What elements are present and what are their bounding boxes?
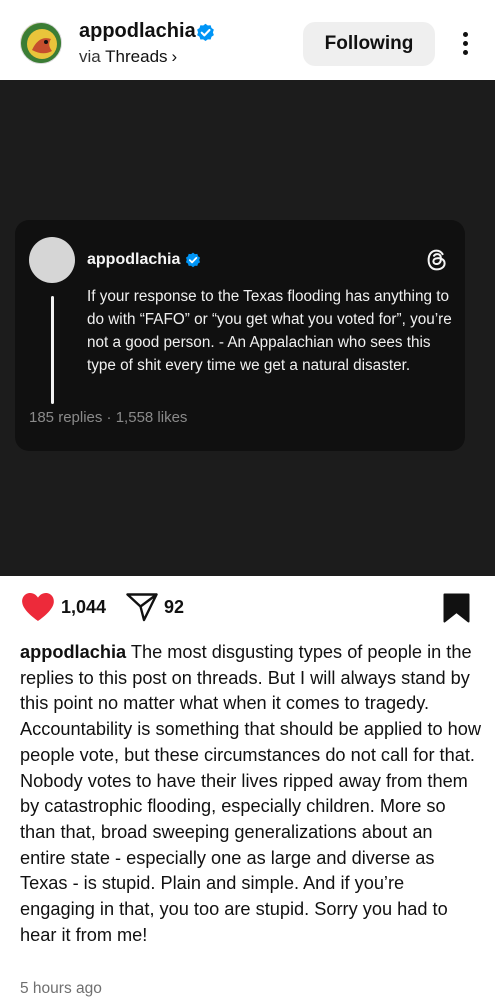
via-prefix: via [79,47,101,66]
post-header: appodlachia via Threads › Following [0,0,495,80]
post-image[interactable]: appodlachia If your response to the Texa… [0,80,495,576]
profile-avatar[interactable] [20,22,62,64]
send-icon[interactable] [125,592,159,622]
like-count[interactable]: 1,044 [61,597,106,618]
caption-text: The most disgusting types of people in t… [20,642,482,945]
more-vertical-icon[interactable] [455,32,475,58]
bookmark-icon[interactable] [443,593,470,623]
heart-icon[interactable] [20,591,56,623]
post-username[interactable]: appodlachia [79,20,196,43]
embedded-thread-card: appodlachia If your response to the Texa… [15,220,465,451]
thread-username: appodlachia [87,251,181,268]
chevron-right-icon: › [171,47,178,66]
post-caption: appodlachia The most disgusting types of… [20,640,482,948]
following-button[interactable]: Following [303,22,435,66]
verified-badge-icon [197,23,214,42]
post-timestamp: 5 hours ago [20,980,102,997]
thread-text: If your response to the Texas flooding h… [87,288,452,374]
share-count[interactable]: 92 [164,597,184,618]
via-threads-link[interactable]: via Threads › [79,47,177,67]
verified-badge-icon [185,252,201,268]
caption-username[interactable]: appodlachia [20,642,126,662]
thread-avatar [29,237,75,283]
thread-line [51,296,54,404]
threads-logo-icon [427,249,446,271]
via-source: Threads [105,47,168,66]
thread-stats: 185 replies · 1,558 likes [29,409,188,426]
